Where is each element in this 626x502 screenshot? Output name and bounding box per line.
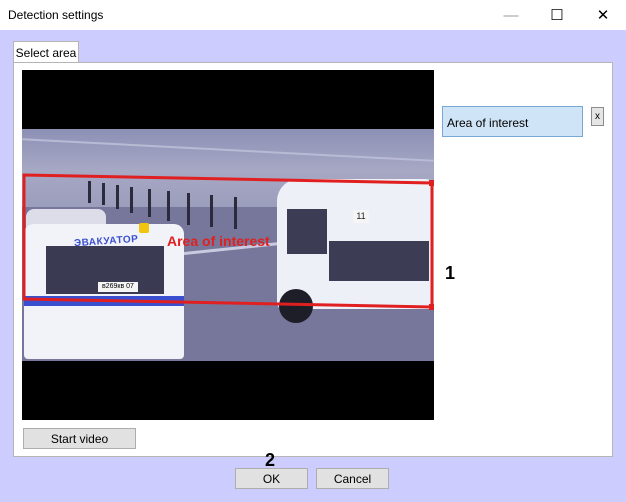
title-bar: Detection settings — ☐ ✕ [0, 0, 626, 30]
zone-list[interactable]: Area of interest [442, 106, 583, 137]
dialog-client: Select area Area of interest ЭВАКУАТОР в… [0, 30, 626, 502]
tab-select-area[interactable]: Select area [13, 41, 79, 63]
ok-button[interactable]: OK [235, 468, 308, 489]
start-video-button[interactable]: Start video [23, 428, 136, 449]
window-title: Detection settings [8, 8, 104, 22]
callout-2: 2 [265, 450, 276, 470]
video-preview[interactable]: Area of interest ЭВАКУАТОР в269кв 07 11 [22, 70, 434, 420]
cancel-button[interactable]: Cancel [316, 468, 389, 489]
minimize-button[interactable]: — [488, 0, 534, 30]
delete-zone-button[interactable]: x [591, 107, 604, 126]
maximize-icon: ☐ [550, 7, 564, 24]
area-handle [429, 304, 434, 310]
callout-1: 1 [445, 263, 456, 283]
close-icon: ✕ [596, 7, 610, 24]
area-label: Area of interest [167, 233, 270, 249]
van-route-number: 11 [353, 210, 369, 223]
delete-icon: x [595, 111, 600, 122]
tab-label: Select area [15, 45, 77, 60]
tab-panel: Area of interest ЭВАКУАТОР в269кв 07 11 … [13, 62, 613, 457]
area-handle [429, 180, 434, 186]
close-button[interactable]: ✕ [580, 0, 626, 30]
zone-item[interactable]: Area of interest [447, 116, 528, 130]
license-plate: в269кв 07 [98, 282, 138, 292]
minimize-icon: — [503, 6, 519, 24]
maximize-button[interactable]: ☐ [534, 0, 580, 30]
